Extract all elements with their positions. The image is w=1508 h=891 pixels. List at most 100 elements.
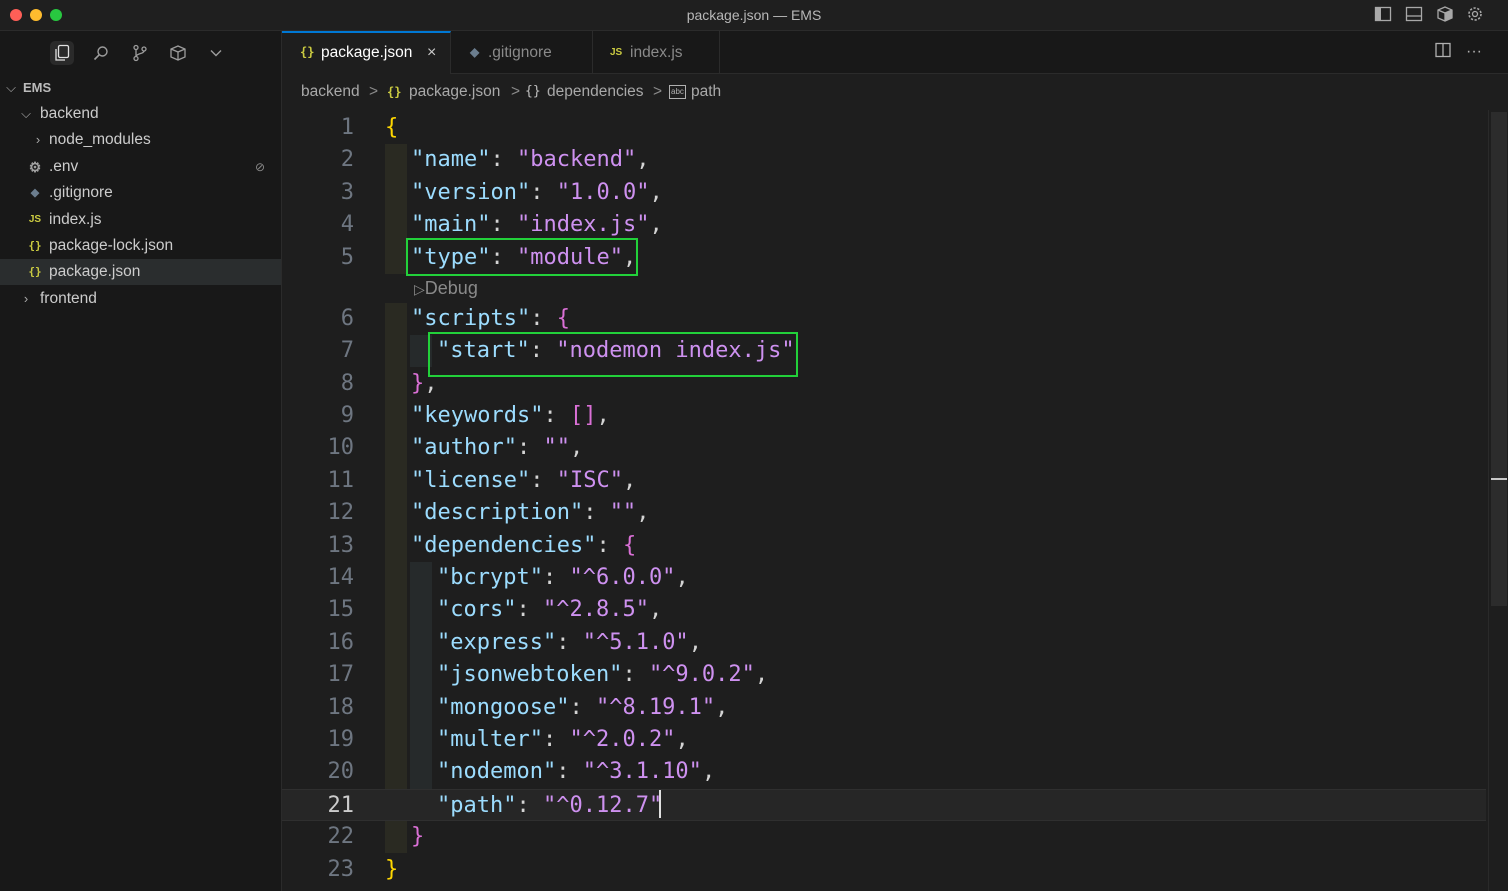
line-content: "path": "^0.12.7" <box>437 790 662 822</box>
code-token: "author" <box>411 435 517 460</box>
code-editor[interactable]: 1{2 "name": "backend", 3 "version": "1.0.0"… <box>282 110 1508 891</box>
code-token: "version" <box>411 180 531 205</box>
breadcrumb-path[interactable]: path <box>691 74 721 110</box>
line-number: 1 <box>340 115 354 140</box>
line-number: 19 <box>327 727 355 752</box>
code-line[interactable]: 4 "main": "index.js", <box>282 209 1486 241</box>
code-line[interactable]: 10 "author": "", <box>282 432 1486 464</box>
code-line[interactable]: 21 "path": "^0.12.7" <box>282 789 1486 821</box>
code-line[interactable]: 16 "express": "^5.1.0", <box>282 627 1486 659</box>
tree-item-node-modules[interactable]: › node_modules <box>0 127 281 153</box>
code-token: , <box>701 759 716 784</box>
code-line[interactable]: 14 "bcrypt": "^6.0.0", <box>282 562 1486 594</box>
code-line[interactable]: 22} <box>282 821 1486 853</box>
line-content: "description": "", <box>411 497 649 529</box>
line-number: 12 <box>327 500 355 525</box>
breadcrumb-separator: > <box>653 83 663 100</box>
code-line[interactable]: 19 "multer": "^2.0.2", <box>282 724 1486 756</box>
code-token: : <box>516 435 544 460</box>
chevron-down-icon[interactable] <box>204 41 228 65</box>
tree-item-package-json[interactable]: {} package.json <box>0 259 281 285</box>
line-content: "keywords": [], <box>411 400 610 432</box>
code-token: "^5.1.0" <box>582 630 689 655</box>
title-bar: package.json — EMS <box>0 0 1508 31</box>
tab-index-js[interactable]: JS index.js <box>593 31 720 74</box>
tab-gitignore[interactable]: ◆ .gitignore <box>451 31 593 74</box>
code-token: "ISC" <box>556 468 623 493</box>
breadcrumb-package-json[interactable]: package.json <box>409 74 500 110</box>
extension-box-icon[interactable] <box>1435 5 1455 25</box>
breadcrumb-backend[interactable]: backend <box>301 74 360 110</box>
scrollbar-thumb[interactable] <box>1491 112 1507 606</box>
code-token: "express" <box>437 630 557 655</box>
code-line[interactable]: 18 "mongoose": "^8.19.1", <box>282 692 1486 724</box>
source-control-icon[interactable] <box>128 41 152 65</box>
code-line[interactable]: 11 "license": "ISC", <box>282 465 1486 497</box>
breadcrumb-dependencies[interactable]: dependencies <box>547 74 644 110</box>
tree-item-frontend[interactable]: › frontend <box>0 286 281 312</box>
code-token: { <box>622 533 637 558</box>
code-token: } <box>385 857 399 882</box>
code-line[interactable]: 1{ <box>282 112 1486 144</box>
code-token: "" <box>543 435 570 460</box>
code-token: [] <box>569 403 597 428</box>
toggle-panel-icon[interactable] <box>1404 5 1424 25</box>
search-icon[interactable] <box>89 41 113 65</box>
line-number: 9 <box>340 403 354 428</box>
code-token: "^8.19.1" <box>595 695 716 720</box>
line-content: "nodemon": "^3.1.10", <box>437 756 715 788</box>
code-token: : <box>542 565 570 590</box>
breadcrumb: backend > {} package.json > {} dependenc… <box>282 74 1508 110</box>
line-number: 21 <box>327 793 355 818</box>
tree-item-backend[interactable]: ⌵ backend <box>0 101 281 127</box>
more-actions-icon[interactable]: ··· <box>1463 41 1485 63</box>
highlight-box-type <box>406 238 638 276</box>
close-tab-icon[interactable]: × <box>427 33 436 72</box>
editor-scrollbar[interactable] <box>1488 110 1508 891</box>
code-line[interactable]: 2 "name": "backend", <box>282 144 1486 176</box>
json-file-icon: {} <box>387 85 402 99</box>
code-token: "multer" <box>437 727 543 752</box>
code-line[interactable]: 15 "cors": "^2.8.5", <box>282 594 1486 626</box>
tab-bar: {} package.json × ◆ .gitignore JS index.… <box>282 31 1508 74</box>
settings-gear-icon[interactable] <box>1465 5 1485 25</box>
code-line[interactable]: 3 "version": "1.0.0", <box>282 177 1486 209</box>
tree-item-package-lock[interactable]: {} package-lock.json <box>0 233 281 259</box>
tree-item-index-js[interactable]: JS index.js <box>0 207 281 233</box>
highlight-box-start-script <box>428 332 798 377</box>
text-cursor <box>659 790 661 818</box>
line-content: "license": "ISC", <box>411 465 636 497</box>
code-token: "^2.0.2" <box>569 727 676 752</box>
line-number: 7 <box>340 338 354 363</box>
tree-item-gitignore[interactable]: ◆ .gitignore <box>0 180 281 206</box>
code-line[interactable]: 12 "description": "", <box>282 497 1486 529</box>
code-token: } <box>411 824 425 849</box>
line-number: 17 <box>327 662 355 687</box>
explorer-sidebar: ⌵ EMS ⌵ backend › node_modules ⚙ .env ⊘ … <box>0 31 282 891</box>
js-file-icon: JS <box>28 214 42 225</box>
explorer-root-ems[interactable]: ⌵ EMS <box>0 75 281 101</box>
tree-item-env[interactable]: ⚙ .env ⊘ <box>0 154 281 180</box>
toggle-sidebar-icon[interactable] <box>1373 5 1393 25</box>
code-token: "mongoose" <box>437 695 570 720</box>
extensions-icon[interactable] <box>166 41 190 65</box>
line-number: 16 <box>327 630 355 655</box>
code-line[interactable]: 20 "nodemon": "^3.1.10", <box>282 756 1486 788</box>
breadcrumb-separator: > <box>369 83 379 100</box>
line-content: "express": "^5.1.0", <box>437 627 702 659</box>
line-number: 22 <box>327 824 355 849</box>
line-content: } <box>385 854 398 886</box>
code-line[interactable]: 6 "scripts": { <box>282 303 1486 335</box>
split-editor-icon[interactable] <box>1432 41 1454 63</box>
explorer-icon[interactable] <box>50 41 74 65</box>
code-line[interactable]: 13 "dependencies": { <box>282 530 1486 562</box>
code-line[interactable]: 17 "jsonwebtoken": "^9.0.2", <box>282 659 1486 691</box>
code-token: : <box>530 306 557 331</box>
code-token: "" <box>609 500 637 525</box>
code-token: , <box>648 597 663 622</box>
debug-codelens[interactable]: ▷Debug <box>414 275 478 301</box>
code-line[interactable]: 23} <box>282 854 1486 886</box>
tab-package-json[interactable]: {} package.json × <box>282 31 451 74</box>
code-line[interactable]: 9 "keywords": [], <box>282 400 1486 432</box>
line-number: 11 <box>327 468 355 493</box>
